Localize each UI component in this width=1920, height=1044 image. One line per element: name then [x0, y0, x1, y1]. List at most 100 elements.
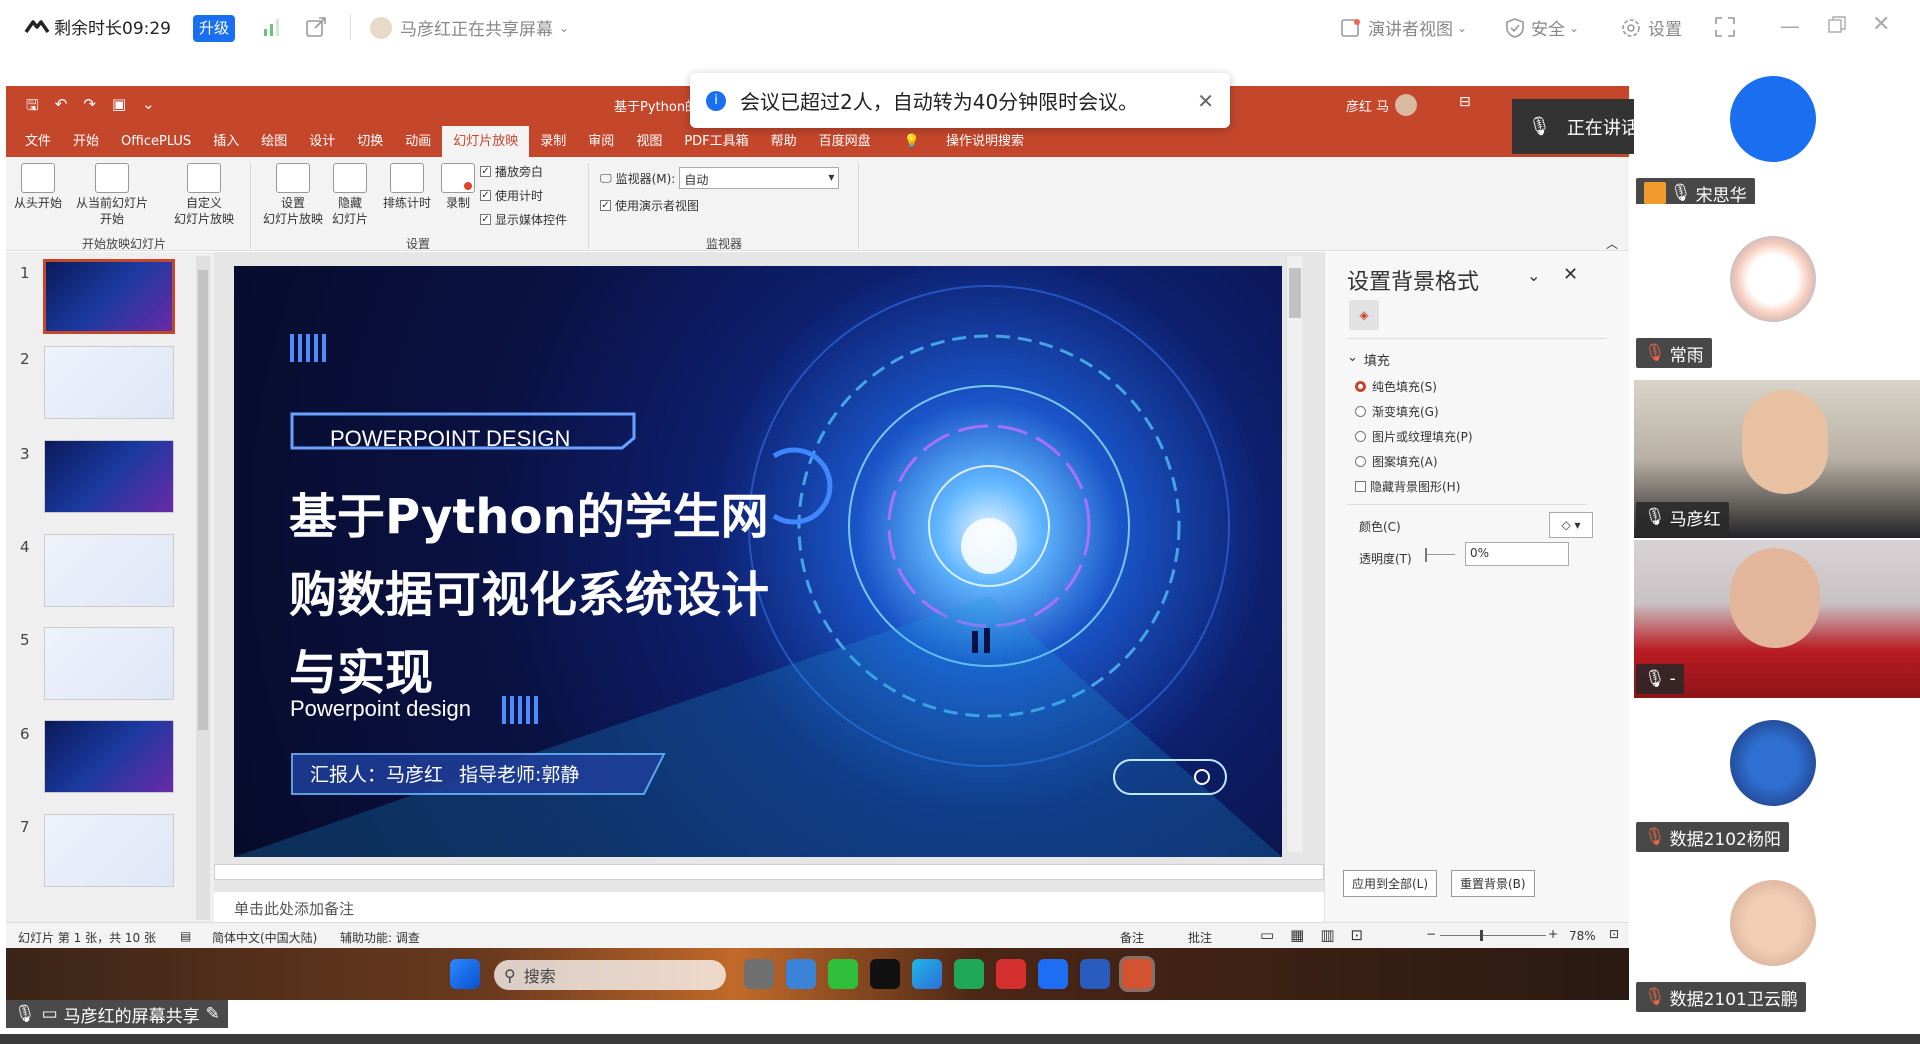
chk-show-media-controls[interactable]: ✓ 显示媒体控件: [480, 211, 567, 228]
tab-animations[interactable]: 动画: [394, 126, 442, 157]
notes-pane[interactable]: 单击此处添加备注: [214, 892, 1324, 922]
reset-background-button[interactable]: 重置背景(B): [1451, 870, 1535, 897]
chk-hide-background-graphics[interactable]: 隐藏背景图形(H): [1355, 478, 1460, 495]
slide-horizontal-scrollbar[interactable]: [214, 864, 1324, 880]
custom-slideshow-button[interactable]: 自定义 幻灯片放映: [162, 163, 246, 227]
view-buttons[interactable]: ▭▦▥⊡: [1260, 926, 1379, 944]
tiktok-icon[interactable]: [870, 959, 900, 989]
notes-toggle[interactable]: 备注: [1120, 929, 1144, 946]
present-icon[interactable]: ▣: [112, 95, 126, 120]
sharing-indicator[interactable]: 马彦红正在共享屏幕 ⌄: [370, 15, 569, 40]
powerpoint-icon[interactable]: [1122, 959, 1152, 989]
transparency-input[interactable]: 0%: [1465, 542, 1569, 566]
participant-tile[interactable]: 🎙 宋思华: [1634, 56, 1920, 204]
undo-icon[interactable]: ↶: [55, 95, 68, 120]
word-icon[interactable]: [1080, 959, 1110, 989]
tab-draw[interactable]: 绘图: [250, 126, 298, 157]
tab-record[interactable]: 录制: [529, 126, 577, 157]
signal-icon[interactable]: [262, 17, 282, 42]
from-start-button[interactable]: 从头开始: [12, 163, 64, 211]
tab-home[interactable]: 开始: [62, 126, 110, 157]
restore-icon[interactable]: [1828, 16, 1846, 39]
taskbar-search[interactable]: ⚲ 搜索: [494, 960, 726, 990]
redo-icon[interactable]: ↷: [83, 95, 96, 120]
tab-insert[interactable]: 插入: [202, 126, 250, 157]
wechat-icon[interactable]: [828, 959, 858, 989]
slide-thumbnail-4[interactable]: [44, 534, 174, 607]
fill-section-header[interactable]: ⌄ 填充: [1347, 350, 1390, 369]
tell-me-search[interactable]: 💡 操作说明搜索: [882, 126, 1046, 157]
zoom-level[interactable]: 78%: [1569, 929, 1596, 943]
comments-toggle[interactable]: 批注: [1188, 929, 1212, 946]
scrollbar-thumb[interactable]: [1289, 268, 1301, 318]
transparency-slider[interactable]: [1425, 548, 1455, 562]
tab-transitions[interactable]: 切换: [346, 126, 394, 157]
app-icon[interactable]: [954, 959, 984, 989]
close-icon[interactable]: ✕: [1872, 12, 1890, 37]
settings-button[interactable]: 设置: [1620, 15, 1682, 40]
close-icon[interactable]: ✕: [1563, 264, 1578, 285]
minimize-icon[interactable]: —: [1780, 14, 1800, 38]
presenter-view-button[interactable]: 演讲者视图 ⌄: [1340, 15, 1467, 40]
slide-thumbnail-6[interactable]: [44, 720, 174, 793]
tab-baidu-netdisk[interactable]: 百度网盘: [808, 126, 882, 157]
windows-start-icon[interactable]: [450, 959, 480, 989]
scrollbar-thumb[interactable]: [198, 270, 208, 730]
from-current-button[interactable]: 从当前幻灯片 开始: [70, 163, 154, 227]
slide-thumbnail-2[interactable]: [44, 346, 174, 419]
security-button[interactable]: 安全 ⌄: [1505, 15, 1579, 40]
tab-slideshow[interactable]: 幻灯片放映: [442, 126, 530, 157]
tab-review[interactable]: 审阅: [577, 126, 625, 157]
save-icon[interactable]: 🖫: [26, 95, 39, 120]
participant-video-tile[interactable]: 🎙 -: [1634, 540, 1920, 698]
fullscreen-icon[interactable]: [1714, 16, 1736, 43]
chk-play-narration[interactable]: ✓ 播放旁白: [480, 163, 543, 180]
fit-to-window-icon[interactable]: ⊡: [1609, 927, 1619, 941]
popout-icon[interactable]: [305, 16, 327, 43]
collapse-ribbon-icon[interactable]: ︿: [1606, 235, 1618, 252]
slide-thumbnail-7[interactable]: [44, 814, 174, 887]
radio-pattern-fill[interactable]: 图案填充(A): [1355, 453, 1438, 470]
participant-video-tile[interactable]: 🎙 马彦红: [1634, 380, 1920, 538]
language-label[interactable]: 简体中文(中国大陆): [212, 929, 317, 946]
participant-tile[interactable]: 🎙 数据2102杨阳: [1634, 700, 1920, 858]
rehearse-timings-button[interactable]: 排练计时: [378, 163, 436, 211]
accessibility-status[interactable]: 辅助功能: 调查: [340, 929, 420, 946]
spelling-icon[interactable]: ▤: [180, 929, 191, 943]
participant-tile[interactable]: 🎙 常雨: [1634, 216, 1920, 374]
radio-picture-fill[interactable]: 图片或纹理填充(P): [1355, 428, 1473, 445]
zoom-out-icon[interactable]: −: [1426, 927, 1436, 941]
slide-thumbnail-5[interactable]: [44, 627, 174, 700]
chk-presenter-view[interactable]: ✓ 使用演示者视图: [600, 197, 699, 214]
chk-use-timings[interactable]: ✓ 使用计时: [480, 187, 543, 204]
tab-view[interactable]: 视图: [625, 126, 673, 157]
participant-tile[interactable]: 🎙 数据2101卫云鹏: [1634, 860, 1920, 1018]
thumbnail-scrollbar[interactable]: [196, 256, 210, 920]
wps-icon[interactable]: [996, 959, 1026, 989]
tab-pdf-tools[interactable]: PDF工具箱: [673, 126, 759, 157]
slide-thumbnail-1[interactable]: [43, 259, 175, 334]
close-icon[interactable]: ✕: [1197, 89, 1214, 113]
color-picker-button[interactable]: ◇ ▾: [1549, 512, 1593, 538]
radio-gradient-fill[interactable]: 渐变填充(G): [1355, 403, 1439, 420]
slide-vertical-scrollbar[interactable]: [1286, 256, 1302, 852]
zoom-in-icon[interactable]: +: [1548, 927, 1558, 941]
tencent-meeting-icon[interactable]: [1038, 959, 1068, 989]
widgets-icon[interactable]: [786, 959, 816, 989]
monitor-select[interactable]: 自动 ▾: [679, 167, 840, 189]
slide-thumbnail-3[interactable]: [44, 440, 174, 513]
setup-slideshow-button[interactable]: 设置 幻灯片放映: [258, 163, 328, 227]
zoom-slider[interactable]: [1440, 930, 1546, 941]
upgrade-button[interactable]: 升级: [193, 15, 235, 42]
tab-help[interactable]: 帮助: [760, 126, 808, 157]
current-slide[interactable]: POWERPOINT DESIGN 基于Python的学生网 购数据可视化系统设…: [234, 266, 1282, 857]
customize-icon[interactable]: ⌄: [142, 95, 155, 120]
user-account[interactable]: 彦红 马: [1346, 94, 1418, 116]
fill-paint-icon[interactable]: ◈: [1349, 300, 1379, 330]
radio-solid-fill[interactable]: 纯色填充(S): [1355, 378, 1437, 395]
apply-to-all-button[interactable]: 应用到全部(L): [1343, 870, 1438, 897]
record-button[interactable]: 录制: [438, 163, 478, 211]
chevron-down-icon[interactable]: ⌄: [1527, 266, 1540, 285]
tab-file[interactable]: 文件: [14, 126, 62, 157]
tab-design[interactable]: 设计: [298, 126, 346, 157]
